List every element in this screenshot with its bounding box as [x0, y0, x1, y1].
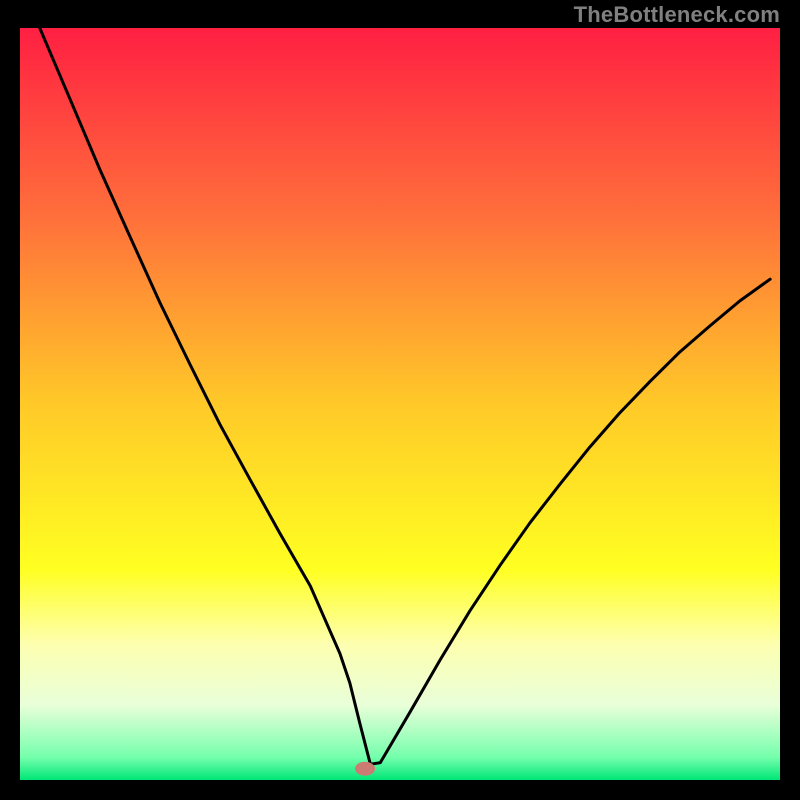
watermark-text: TheBottleneck.com	[574, 2, 780, 28]
chart-frame: TheBottleneck.com	[0, 0, 800, 800]
plot-background	[20, 28, 780, 780]
optimal-point-marker	[355, 762, 375, 776]
bottleneck-chart	[0, 0, 800, 800]
